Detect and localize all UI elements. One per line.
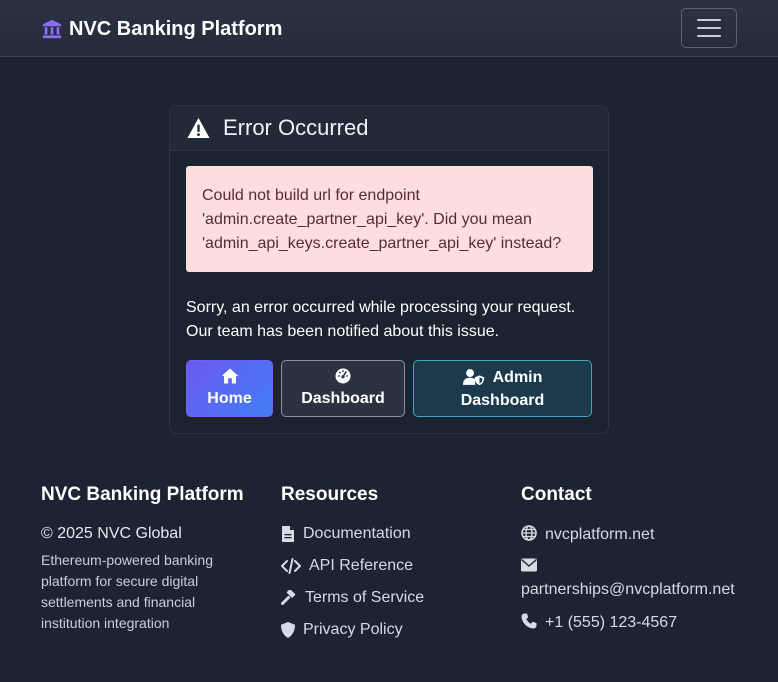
dashboard-button[interactable]: Dashboard <box>281 360 405 417</box>
error-message: Sorry, an error occurred while processin… <box>186 299 576 340</box>
error-alert: Could not build url for endpoint 'admin.… <box>186 166 593 272</box>
brand-name: NVC Banking Platform <box>69 17 283 40</box>
footer-about-heading: NVC Banking Platform <box>41 484 244 505</box>
home-icon <box>221 368 238 384</box>
website-link[interactable]: nvcplatform.net <box>521 525 654 544</box>
phone-link[interactable]: +1 (555) 123-4567 <box>521 613 677 632</box>
file-icon <box>282 526 294 542</box>
copyright: © 2025 NVC Global <box>41 525 182 542</box>
user-shield-icon <box>462 369 484 386</box>
footer-about: NVC Banking Platform © 2025 NVC Global E… <box>41 483 261 631</box>
nav-toggle-button[interactable] <box>681 8 737 48</box>
card-header: Error Occurred <box>170 106 608 151</box>
shield-icon <box>281 622 295 638</box>
dashboard-button-label: Dashboard <box>301 390 385 407</box>
brand-link[interactable]: NVC Banking Platform <box>41 16 282 42</box>
admin-button-label-line2: Dashboard <box>460 391 545 409</box>
documentation-link[interactable]: Documentation <box>281 525 411 543</box>
footer-resources-heading: Resources <box>281 484 379 505</box>
phone-icon <box>521 613 537 629</box>
admin-button-label-line1: Admin <box>492 368 543 386</box>
home-button[interactable]: Home <box>186 360 273 417</box>
code-icon <box>281 558 301 574</box>
envelope-icon <box>521 558 537 572</box>
hamburger-menu-icon <box>697 19 721 21</box>
top-navbar: NVC Banking Platform <box>0 0 778 57</box>
globe-icon <box>521 525 537 541</box>
privacy-policy-link[interactable]: Privacy Policy <box>281 621 403 639</box>
footer-contact-heading: Contact <box>521 484 592 505</box>
email-icon-row <box>521 557 545 576</box>
warning-triangle-icon <box>187 118 210 138</box>
admin-dashboard-button[interactable]: Admin Dashboard <box>413 360 592 417</box>
api-reference-link[interactable]: API Reference <box>281 557 413 575</box>
gavel-icon <box>281 590 296 605</box>
error-card: Error Occurred Could not build url for e… <box>169 105 609 434</box>
footer-contact: Contact nvcplatform.net partnerships@nvc… <box>521 483 771 631</box>
home-button-label: Home <box>207 390 252 407</box>
tachometer-icon <box>335 368 351 384</box>
footer-resources: Resources Documentation API Reference Te… <box>281 483 501 638</box>
bank-icon <box>42 19 62 39</box>
terms-of-service-link[interactable]: Terms of Service <box>281 589 424 607</box>
card-title: Error Occurred <box>223 115 369 140</box>
email-link[interactable]: partnerships@nvcplatform.net <box>521 581 735 599</box>
footer-description: Ethereum-powered banking platform for se… <box>41 552 213 631</box>
